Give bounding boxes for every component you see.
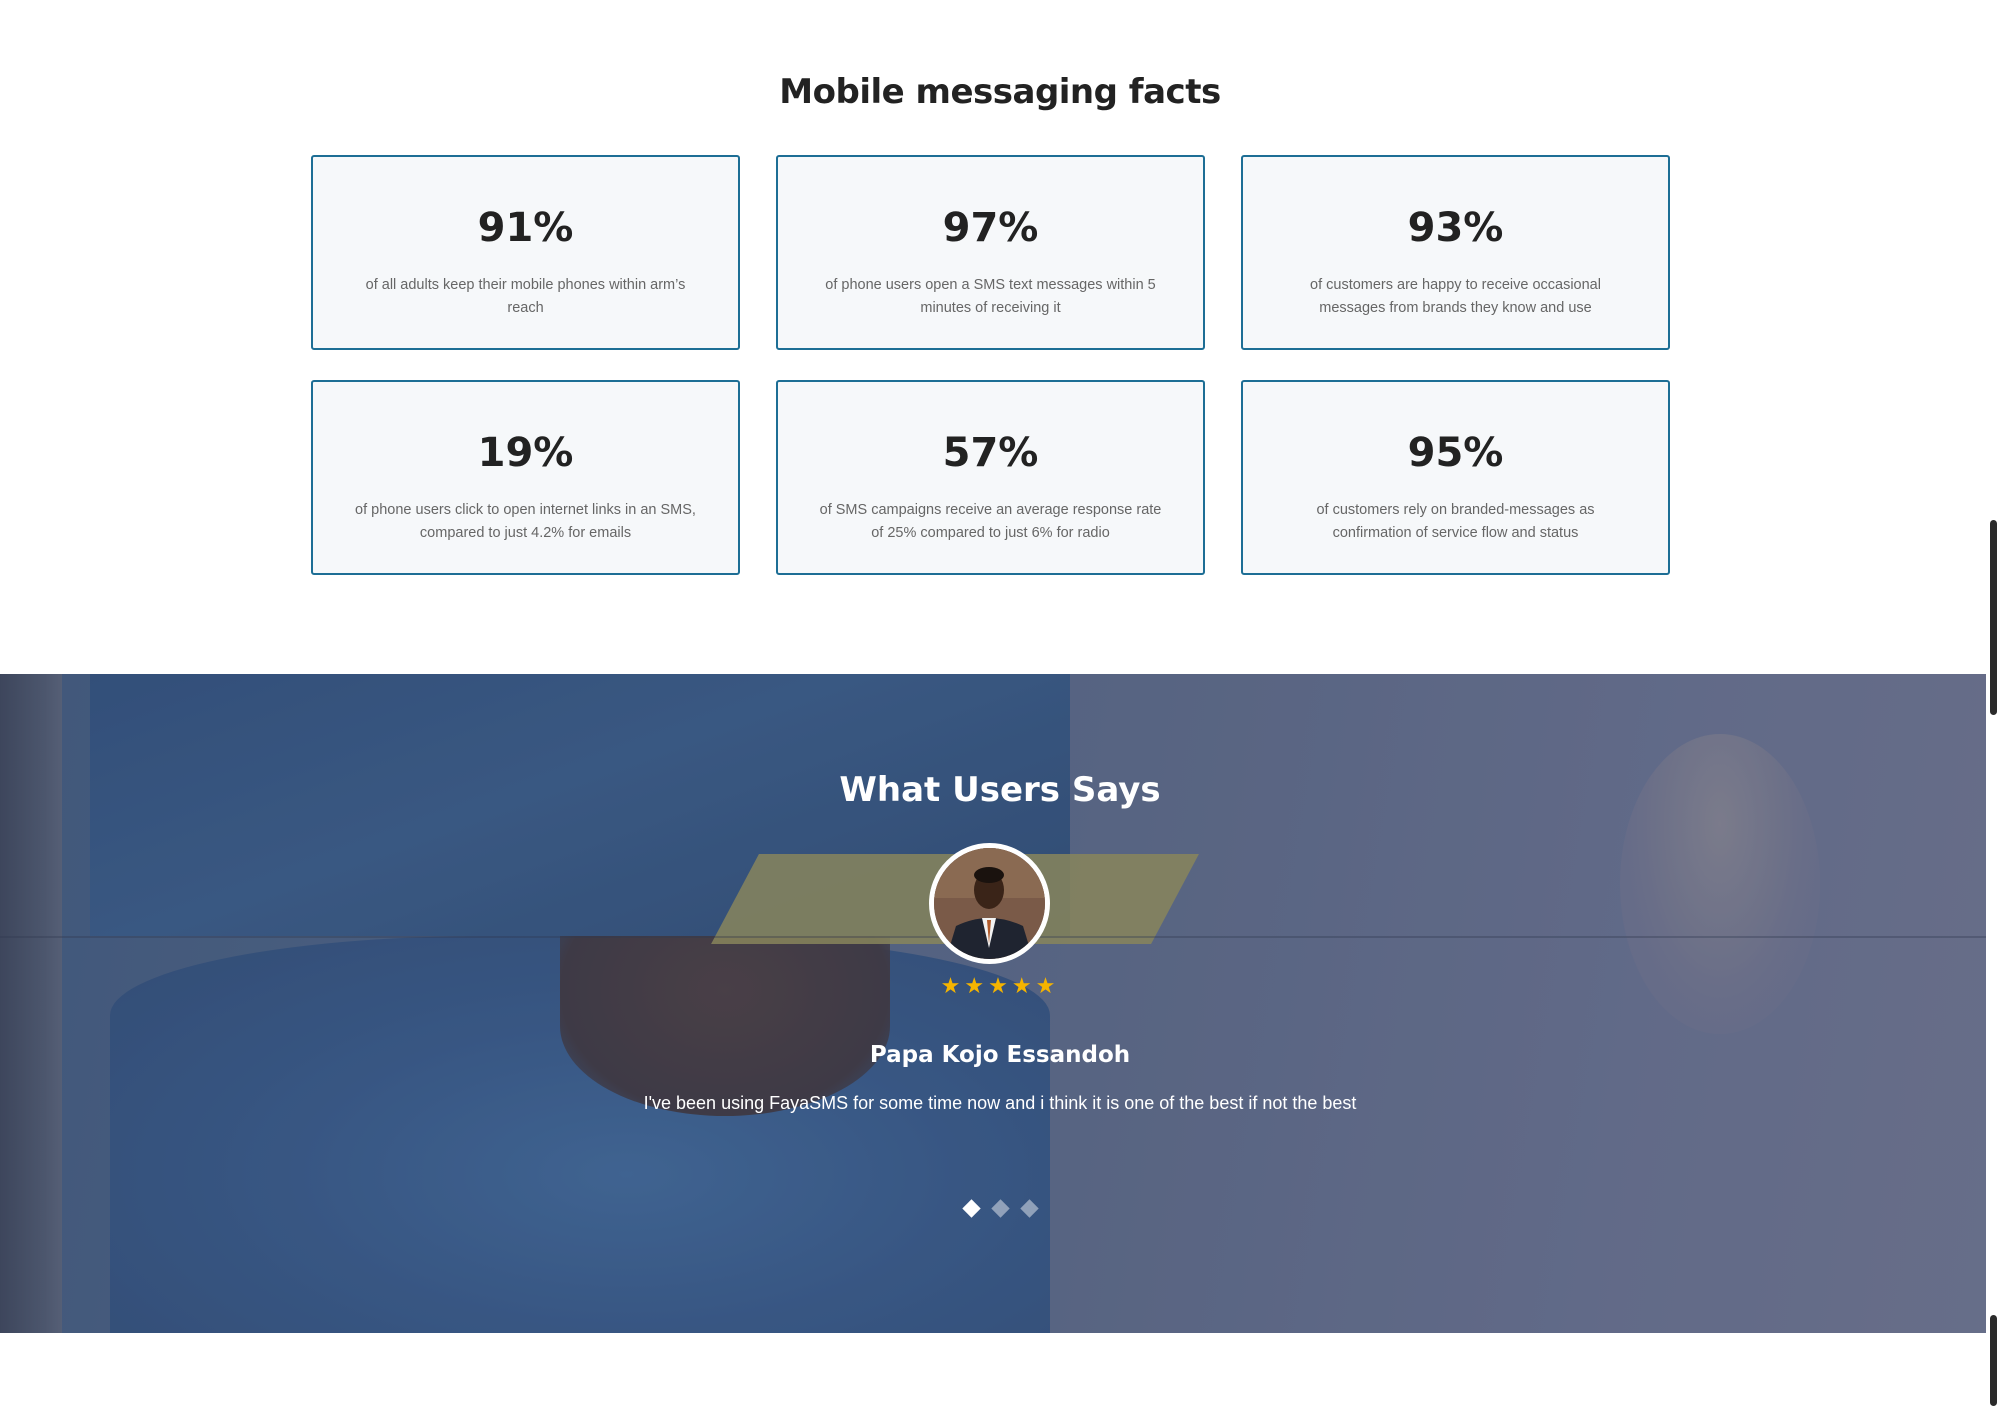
fact-value: 93% [1407, 205, 1504, 251]
carousel-dot[interactable] [961, 1199, 981, 1218]
star-icon: ★ [940, 973, 965, 998]
fact-description: of all adults keep their mobile phones w… [365, 277, 686, 316]
scrollbar[interactable] [1986, 0, 2000, 1406]
facts-title: Mobile messaging facts [779, 72, 1221, 112]
rating-stars: ★★★★★ [0, 973, 2000, 999]
fact-description: of customers are happy to receive occasi… [1310, 277, 1601, 316]
fact-value: 91% [477, 205, 574, 251]
fact-value: 97% [942, 205, 1039, 251]
fact-value: 95% [1407, 430, 1504, 476]
fact-card: 97% of phone users open a SMS text messa… [776, 155, 1205, 350]
fact-card: 19% of phone users click to open interne… [311, 380, 740, 575]
carousel-dot[interactable] [990, 1199, 1010, 1218]
fact-card: 95% of customers rely on branded-message… [1241, 380, 1670, 575]
fact-description: of customers rely on branded-messages as… [1316, 502, 1595, 541]
testimonials-section: What Users Says ★★★★★ Papa Kojo Essandoh… [0, 674, 2000, 1333]
facts-grid: 91% of all adults keep their mobile phon… [311, 155, 1670, 576]
carousel-dot[interactable] [1019, 1199, 1039, 1218]
fact-card: 93% of customers are happy to receive oc… [1241, 155, 1670, 350]
fact-description: of phone users open a SMS text messages … [825, 277, 1156, 316]
user-avatar-icon [934, 848, 1045, 959]
fact-description: of phone users click to open internet li… [355, 502, 696, 541]
fact-description: of SMS campaigns receive an average resp… [819, 502, 1162, 541]
fact-value: 57% [942, 430, 1039, 476]
testimonial-quote: I've been using FayaSMS for some time no… [643, 1093, 1357, 1113]
fact-value: 19% [477, 430, 574, 476]
star-icon: ★ [988, 973, 1012, 998]
scrollbar-thumb[interactable] [1990, 520, 1997, 715]
star-icon: ★ [964, 973, 989, 998]
carousel-pagination [0, 1199, 2000, 1220]
fact-card: 57% of SMS campaigns receive an average … [776, 380, 1205, 575]
scrollbar-thumb-secondary[interactable] [1990, 1315, 1997, 1406]
fact-card: 91% of all adults keep their mobile phon… [311, 155, 740, 350]
testimonials-title: What Users Says [839, 770, 1161, 810]
avatar [929, 843, 1050, 964]
star-icon: ★ [1035, 973, 1060, 998]
testimonial-author: Papa Kojo Essandoh [869, 1042, 1131, 1068]
star-icon: ★ [1011, 973, 1036, 998]
facts-section: Mobile messaging facts 91% of all adults… [0, 0, 2000, 674]
